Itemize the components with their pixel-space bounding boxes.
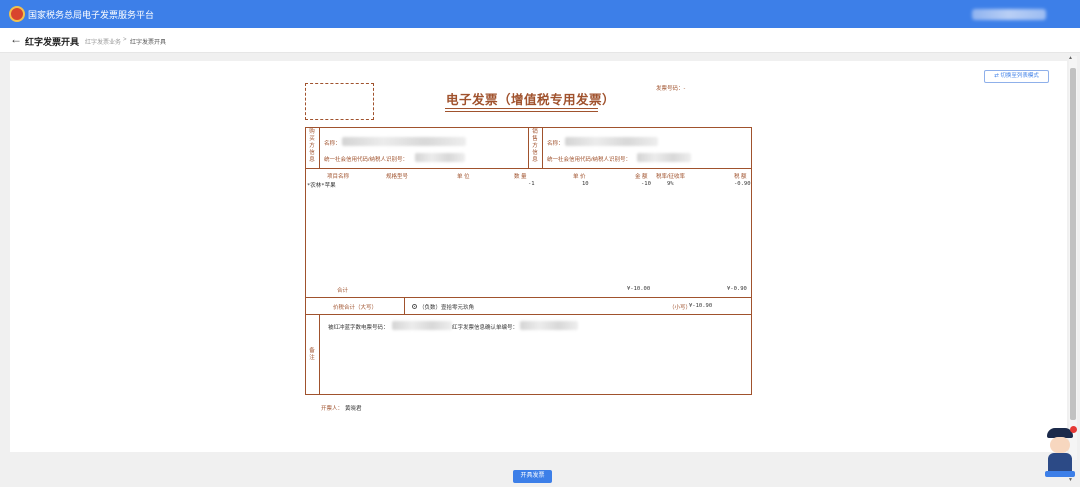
back-arrow-icon[interactable]: ← <box>10 32 22 46</box>
col-header-amount: 金 额 <box>635 174 648 180</box>
grand-total-label: 价税合计（大写） <box>333 305 378 311</box>
seller-label-divider <box>542 127 543 168</box>
title-underline-2 <box>445 111 598 112</box>
breadcrumb-item-red-invoice-business[interactable]: 红字发票业务 <box>85 37 121 46</box>
grand-total-divider <box>404 297 405 314</box>
tax-emblem-icon <box>9 6 25 22</box>
total-tax: ¥-0.90 <box>727 286 747 292</box>
title-underline-1 <box>445 108 598 109</box>
invoice-number-value: - <box>683 86 686 92</box>
seller-tax-id-value-blurred <box>637 153 691 162</box>
col-header-tax-rate: 税率/征收率 <box>656 174 686 180</box>
item-tax: -0.90 <box>734 181 751 187</box>
seller-name-label: 名称： <box>547 141 564 147</box>
negative-circle-icon <box>412 304 417 309</box>
remark-confirm-no-blurred <box>520 321 578 330</box>
item-tax-rate: 9% <box>667 181 674 187</box>
item-qty: -1 <box>528 181 535 187</box>
notification-badge <box>1070 426 1077 433</box>
party-divider <box>305 168 752 169</box>
buyer-label-divider <box>319 127 320 168</box>
col-header-unit: 单 位 <box>457 174 470 180</box>
buyer-name-value-blurred <box>342 137 466 146</box>
invoice-title: 电子发票（增值税专用发票） <box>446 92 616 107</box>
party-center-divider <box>528 127 529 168</box>
remark-original-invoice-blurred <box>392 321 452 330</box>
grand-total-small-label: （小写） <box>669 305 692 311</box>
issuer-name: 黄晓君 <box>345 406 362 412</box>
issue-invoice-button[interactable]: 开具发票 <box>513 470 552 483</box>
mascot-body <box>1048 453 1072 473</box>
issuer-label: 开票人： <box>321 406 344 412</box>
col-header-item-name: 项目名称 <box>327 174 350 180</box>
seller-side-label: 销售方信息 <box>532 129 538 163</box>
grand-total-top-divider <box>305 297 752 298</box>
scroll-up-arrow-icon[interactable]: ▲ <box>1068 55 1073 61</box>
invoice-number: 发票号码：- <box>656 84 685 92</box>
page-title: 红字发票开具 <box>25 37 80 47</box>
buyer-tax-id-value-blurred <box>415 153 465 162</box>
seller-name-value-blurred <box>565 137 658 146</box>
breadcrumb-item-current: 红字发票开具 <box>130 40 167 46</box>
remarks-label: 备注 <box>309 348 315 361</box>
scrollbar-thumb[interactable] <box>1070 68 1076 420</box>
buyer-tax-id-label: 统一社会信用代码/纳税人识别号： <box>324 157 409 163</box>
breadcrumb-separator: > <box>123 37 127 43</box>
user-info-blurred[interactable] <box>972 9 1046 20</box>
buyer-name-label: 名称： <box>324 141 341 147</box>
remarks-top-divider <box>305 314 752 315</box>
seller-tax-id-label: 统一社会信用代码/纳税人识别号： <box>547 157 632 163</box>
remark-confirm-no-label: 红字发票信息确认单编号： <box>452 325 519 331</box>
col-header-spec: 规格型号 <box>386 174 409 180</box>
grand-total-small-value: ¥-10.90 <box>689 303 713 309</box>
col-header-tax: 税 额 <box>734 174 747 180</box>
remark-original-invoice-label: 被红冲蓝字数电票号码： <box>328 325 389 331</box>
mascot-face <box>1050 437 1070 453</box>
qr-code-placeholder <box>305 83 374 120</box>
app-title: 国家税务总局电子发票服务平台 <box>28 10 155 20</box>
col-header-price: 单 价 <box>573 174 586 180</box>
switch-to-list-mode-button[interactable]: ⇄ 切换至列表模式 <box>984 70 1049 83</box>
item-amount: -10 <box>641 181 651 187</box>
remarks-label-divider <box>319 314 320 395</box>
item-price: 10 <box>582 181 589 187</box>
top-header: 国家税务总局电子发票服务平台 <box>0 0 1080 28</box>
item-name: *农林*苹果 <box>307 183 336 189</box>
col-header-qty: 数 量 <box>514 174 527 180</box>
assistant-mascot-icon[interactable] <box>1044 426 1077 478</box>
mascot-tag <box>1045 471 1075 477</box>
total-label: 合计 <box>337 288 349 294</box>
switch-button-label: 切换至列表模式 <box>1000 73 1039 79</box>
sub-header: ← 红字发票开具 红字发票业务 > 红字发票开具 <box>0 28 1080 53</box>
buyer-side-label: 购买方信息 <box>309 129 315 163</box>
invoice-number-label: 发票号码： <box>656 86 684 92</box>
grand-total-words: （负数）壹拾零元玖角 <box>419 305 475 311</box>
total-amount: ¥-10.00 <box>627 286 651 292</box>
